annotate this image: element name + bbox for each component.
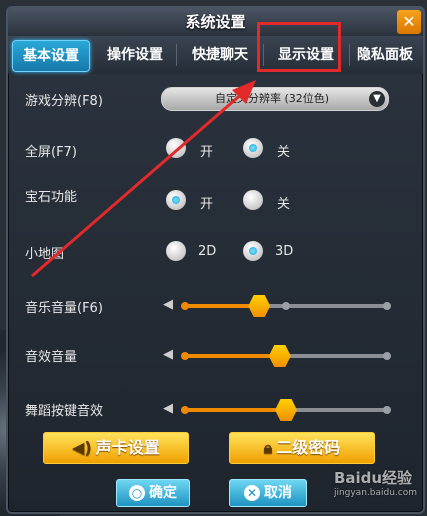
arrow-line <box>31 90 245 278</box>
annotation-arrow <box>31 80 256 278</box>
